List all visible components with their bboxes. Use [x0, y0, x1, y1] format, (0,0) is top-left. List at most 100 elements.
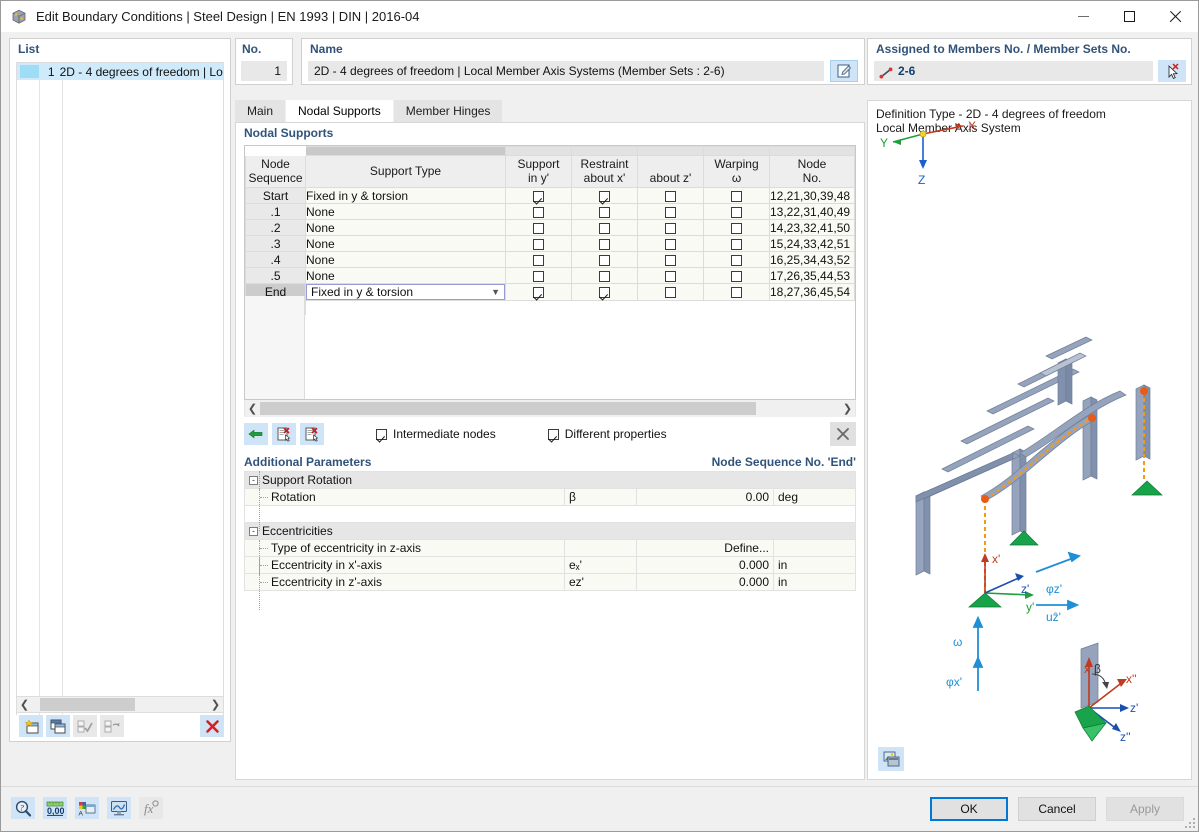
cancel-button[interactable]: Cancel — [1018, 797, 1096, 821]
parameter-value[interactable]: 0.000 — [636, 573, 774, 591]
checkbox[interactable] — [665, 222, 676, 234]
cell-warping[interactable] — [703, 251, 770, 268]
viewer-snapshot-button[interactable] — [878, 747, 904, 771]
cell-restraint-about-z[interactable] — [637, 203, 704, 220]
ok-button[interactable]: OK — [930, 797, 1008, 821]
table-row[interactable]: End Fixed in y & torsion ▼ 18,27,36,45,5… — [245, 283, 855, 301]
cell-support-type[interactable]: None — [305, 267, 506, 284]
number-field[interactable]: 1 — [241, 61, 287, 81]
cell-support-type[interactable]: None — [305, 235, 506, 252]
cell-restraint-about-z[interactable] — [637, 187, 704, 204]
resize-grip[interactable] — [1185, 818, 1195, 828]
checkbox[interactable] — [599, 238, 610, 250]
checkbox[interactable] — [599, 206, 610, 218]
cell-support-in-y[interactable] — [505, 203, 572, 220]
checkbox[interactable] — [731, 270, 742, 282]
cell-restraint-about-z[interactable] — [637, 235, 704, 252]
checkbox[interactable] — [665, 270, 676, 282]
checkbox[interactable] — [599, 254, 610, 266]
checkbox[interactable] — [547, 428, 559, 440]
checkbox[interactable] — [665, 238, 676, 250]
model-viewer[interactable]: Definition Type - 2D - 4 degrees of free… — [867, 100, 1192, 780]
checkbox[interactable] — [533, 206, 544, 218]
checkbox[interactable] — [665, 190, 676, 202]
checkbox[interactable] — [533, 190, 544, 202]
list-item[interactable]: 1 2D - 4 degrees of freedom | Local — [17, 63, 223, 80]
scroll-left-icon[interactable]: ❮ — [17, 698, 32, 711]
table-row[interactable]: .5 None 17,26,35,44,53 — [245, 267, 855, 284]
checkbox[interactable] — [376, 428, 387, 440]
cell-support-type[interactable]: Fixed in y & torsion — [305, 187, 506, 204]
parameter-group-support-rotation[interactable]: - Support Rotation — [244, 471, 856, 489]
viewer-canvas[interactable]: X Y Z x' y' z' φz' uẑ' ω φx' x' x'' β z'… — [868, 101, 1191, 744]
checkbox[interactable] — [731, 222, 742, 234]
checkbox[interactable] — [533, 287, 544, 299]
cell-restraint-about-x[interactable] — [571, 283, 638, 301]
checkbox[interactable] — [665, 287, 676, 299]
cell-support-type[interactable]: None — [305, 219, 506, 236]
tab-nodal-supports[interactable]: Nodal Supports — [286, 100, 393, 122]
name-edit-button[interactable] — [830, 60, 858, 82]
checkbox[interactable] — [599, 222, 610, 234]
parameter-row[interactable]: Eccentricity in x'-axis eₓ' 0.000 in — [244, 556, 856, 574]
table-row[interactable]: Start Fixed in y & torsion 12,21,30,39,4… — [245, 187, 855, 204]
cell-restraint-about-z[interactable] — [637, 267, 704, 284]
checkbox[interactable] — [665, 254, 676, 266]
checkbox[interactable] — [533, 222, 544, 234]
view-mode-button[interactable] — [107, 797, 131, 819]
scroll-right-icon[interactable]: ❯ — [840, 402, 855, 415]
tab-main[interactable]: Main — [235, 100, 286, 122]
help-button[interactable]: ? — [11, 797, 35, 819]
scroll-right-icon[interactable]: ❯ — [208, 698, 223, 711]
cell-support-in-y[interactable] — [505, 219, 572, 236]
maximize-button[interactable] — [1106, 1, 1152, 32]
tab-member-hinges[interactable]: Member Hinges — [393, 100, 503, 122]
collapse-expander-icon[interactable]: - — [249, 527, 258, 537]
copy-item-button[interactable] — [46, 715, 70, 737]
checkbox[interactable] — [599, 190, 610, 202]
import-row-button[interactable] — [244, 423, 268, 445]
cell-restraint-about-z[interactable] — [637, 283, 704, 301]
parameter-value[interactable]: 0.00 — [636, 488, 774, 506]
parameter-value[interactable]: Define... — [636, 539, 774, 557]
cell-support-in-y[interactable] — [505, 267, 572, 284]
clear-all-button[interactable] — [300, 423, 324, 445]
parameter-value[interactable]: 0.000 — [636, 556, 774, 574]
units-button[interactable]: 0,00 — [43, 797, 67, 819]
table-row[interactable]: .2 None 14,23,32,41,50 — [245, 219, 855, 236]
table-close-button[interactable] — [830, 422, 856, 446]
checkbox[interactable] — [731, 206, 742, 218]
cell-restraint-about-z[interactable] — [637, 219, 704, 236]
parameter-row[interactable]: Type of eccentricity in z-axis Define... — [244, 539, 856, 557]
cell-warping[interactable] — [703, 283, 770, 301]
cell-warping[interactable] — [703, 267, 770, 284]
minimize-button[interactable] — [1060, 1, 1106, 32]
checkbox[interactable] — [665, 206, 676, 218]
cell-restraint-about-x[interactable] — [571, 251, 638, 268]
cell-support-type[interactable]: None — [305, 251, 506, 268]
checkbox[interactable] — [599, 270, 610, 282]
scroll-thumb[interactable] — [40, 698, 135, 711]
scroll-thumb[interactable] — [260, 402, 756, 415]
chevron-down-icon[interactable]: ▼ — [491, 287, 500, 297]
support-type-combobox[interactable]: Fixed in y & torsion ▼ — [306, 284, 505, 300]
cell-restraint-about-x[interactable] — [571, 219, 638, 236]
parameter-group-eccentricities[interactable]: - Eccentricities — [244, 522, 856, 540]
cell-warping[interactable] — [703, 235, 770, 252]
table-row[interactable]: .4 None 16,25,34,43,52 — [245, 251, 855, 268]
collapse-expander-icon[interactable]: - — [249, 476, 258, 486]
checkbox[interactable] — [731, 190, 742, 202]
new-item-button[interactable] — [19, 715, 43, 737]
cell-restraint-about-x[interactable] — [571, 267, 638, 284]
cell-support-type[interactable]: Fixed in y & torsion ▼ — [305, 283, 506, 301]
parameter-row[interactable]: Eccentricity in z'-axis eᴢ' 0.000 in — [244, 573, 856, 591]
assigned-pick-button[interactable] — [1158, 60, 1186, 82]
table-row[interactable]: .1 None 13,22,31,40,49 — [245, 203, 855, 220]
checkbox[interactable] — [599, 287, 610, 299]
assigned-input[interactable]: 2-6 — [874, 61, 1153, 81]
name-input[interactable]: 2D - 4 degrees of freedom | Local Member… — [308, 61, 824, 81]
list-horizontal-scrollbar[interactable]: ❮ ❯ — [16, 696, 224, 713]
display-properties-button[interactable]: A — [75, 797, 99, 819]
cell-warping[interactable] — [703, 203, 770, 220]
cell-support-in-y[interactable] — [505, 283, 572, 301]
